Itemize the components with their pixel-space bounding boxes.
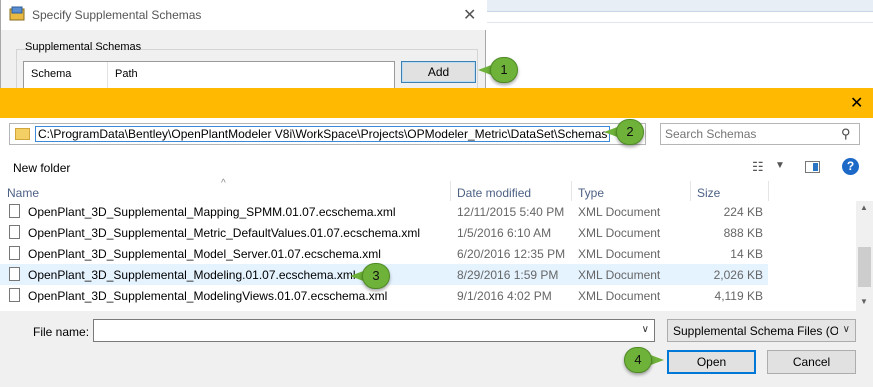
file-type-filter-value: Supplemental Schema Files (Op bbox=[673, 324, 838, 338]
column-divider[interactable] bbox=[450, 181, 451, 201]
file-name: OpenPlant_3D_Supplemental_Modeling.01.07… bbox=[28, 268, 356, 282]
file-type-filter[interactable]: Supplemental Schema Files (Op ∨ bbox=[667, 319, 856, 342]
file-icon bbox=[9, 204, 20, 218]
file-name: OpenPlant_3D_Supplemental_Mapping_SPMM.0… bbox=[28, 205, 396, 219]
scrollbar-thumb[interactable] bbox=[858, 247, 871, 287]
column-name[interactable]: Name bbox=[7, 186, 39, 200]
file-type: XML Document bbox=[578, 226, 661, 240]
sort-ascending-icon: ^ bbox=[221, 178, 226, 189]
cancel-button[interactable]: Cancel bbox=[767, 350, 856, 374]
search-box[interactable]: ⚲ bbox=[660, 123, 860, 145]
vertical-scrollbar[interactable]: ▲ ▼ bbox=[856, 201, 873, 311]
callout-marker: 3 bbox=[350, 263, 390, 289]
column-divider bbox=[107, 62, 108, 90]
column-date-modified[interactable]: Date modified bbox=[457, 186, 531, 200]
address-bar[interactable]: C:\ProgramData\Bentley\OpenPlantModeler … bbox=[9, 123, 646, 145]
file-icon bbox=[9, 225, 20, 239]
callout-number: 1 bbox=[490, 57, 518, 83]
file-size: 888 KB bbox=[723, 226, 763, 240]
file-date: 1/5/2016 6:10 AM bbox=[457, 226, 552, 240]
dialog-title-bar: Specify Supplemental Schemas ✕ bbox=[1, 0, 487, 30]
close-icon[interactable]: ✕ bbox=[463, 5, 476, 25]
close-icon[interactable]: ✕ bbox=[850, 93, 863, 113]
chevron-down-icon[interactable]: ∨ bbox=[642, 324, 649, 335]
file-dialog-title-bar: ✕ bbox=[0, 88, 873, 118]
open-button[interactable]: Open bbox=[667, 350, 756, 374]
file-type: XML Document bbox=[578, 268, 661, 282]
file-name: OpenPlant_3D_Supplemental_Metric_Default… bbox=[28, 226, 420, 240]
file-list: ^ Name Date modified Type Size OpenPlant… bbox=[0, 178, 873, 311]
file-size: 224 KB bbox=[723, 205, 763, 219]
folder-icon bbox=[15, 128, 30, 140]
background-ribbon bbox=[486, 0, 873, 12]
view-options-icon[interactable]: ☷ bbox=[752, 159, 764, 175]
file-name: OpenPlant_3D_Supplemental_Model_Server.0… bbox=[28, 247, 381, 261]
callout-marker: 4 bbox=[624, 347, 664, 373]
column-divider[interactable] bbox=[690, 181, 691, 201]
file-type: XML Document bbox=[578, 289, 661, 303]
file-icon bbox=[9, 246, 20, 260]
specify-schemas-dialog: Specify Supplemental Schemas ✕ Supplemen… bbox=[0, 0, 487, 99]
column-schema[interactable]: Schema bbox=[31, 68, 71, 80]
group-label: Supplemental Schemas bbox=[25, 41, 142, 53]
file-name: OpenPlant_3D_Supplemental_ModelingViews.… bbox=[28, 289, 388, 303]
app-icon bbox=[9, 6, 25, 21]
file-type: XML Document bbox=[578, 247, 661, 261]
file-row[interactable]: OpenPlant_3D_Supplemental_Metric_Default… bbox=[0, 222, 768, 243]
column-path[interactable]: Path bbox=[115, 68, 138, 80]
toolbar: New folder ☷ ▼ ? bbox=[0, 151, 873, 181]
open-file-dialog: ✕ C:\ProgramData\Bentley\OpenPlantModele… bbox=[0, 88, 873, 387]
file-date: 9/1/2016 4:02 PM bbox=[457, 289, 552, 303]
column-divider[interactable] bbox=[571, 181, 572, 201]
search-input[interactable] bbox=[665, 126, 830, 142]
callout-marker: 2 bbox=[604, 119, 644, 145]
file-date: 6/20/2016 12:35 PM bbox=[457, 247, 566, 261]
callout-number: 2 bbox=[616, 119, 644, 145]
help-icon[interactable]: ? bbox=[842, 158, 859, 175]
file-size: 2,026 KB bbox=[713, 268, 763, 282]
file-icon bbox=[9, 288, 20, 302]
scroll-up-icon[interactable]: ▲ bbox=[860, 203, 868, 212]
file-size: 4,119 KB bbox=[714, 289, 763, 303]
file-icon bbox=[9, 267, 20, 281]
file-row[interactable]: OpenPlant_3D_Supplemental_Mapping_SPMM.0… bbox=[0, 201, 768, 222]
file-name-label: File name: bbox=[33, 325, 90, 339]
chevron-down-icon[interactable]: ▼ bbox=[775, 160, 785, 171]
background-divider bbox=[486, 22, 873, 23]
new-folder-button[interactable]: New folder bbox=[13, 161, 70, 175]
file-list-header: ^ Name Date modified Type Size bbox=[0, 178, 873, 201]
file-date: 12/11/2015 5:40 PM bbox=[457, 205, 565, 219]
preview-pane-icon[interactable] bbox=[805, 161, 820, 173]
address-path[interactable]: C:\ProgramData\Bentley\OpenPlantModeler … bbox=[35, 126, 611, 142]
add-button[interactable]: Add bbox=[401, 61, 476, 83]
file-size: 14 KB bbox=[730, 247, 763, 261]
callout-number: 3 bbox=[362, 263, 390, 289]
file-row[interactable]: OpenPlant_3D_Supplemental_Model_Server.0… bbox=[0, 243, 768, 264]
scroll-down-icon[interactable]: ▼ bbox=[860, 297, 868, 306]
column-size[interactable]: Size bbox=[697, 186, 720, 200]
chevron-down-icon[interactable]: ∨ bbox=[843, 324, 850, 335]
column-divider[interactable] bbox=[768, 181, 769, 201]
callout-number: 4 bbox=[624, 347, 652, 373]
schemas-list-header: Schema Path bbox=[23, 61, 395, 90]
callout-marker: 1 bbox=[478, 57, 518, 83]
dialog-footer: File name: ∨ Supplemental Schema Files (… bbox=[0, 311, 873, 387]
column-type[interactable]: Type bbox=[578, 186, 604, 200]
file-date: 8/29/2016 1:59 PM bbox=[457, 268, 559, 282]
file-type: XML Document bbox=[578, 205, 661, 219]
search-icon: ⚲ bbox=[841, 126, 851, 141]
file-name-input[interactable]: ∨ bbox=[93, 319, 655, 342]
dialog-title: Specify Supplemental Schemas bbox=[32, 8, 202, 22]
